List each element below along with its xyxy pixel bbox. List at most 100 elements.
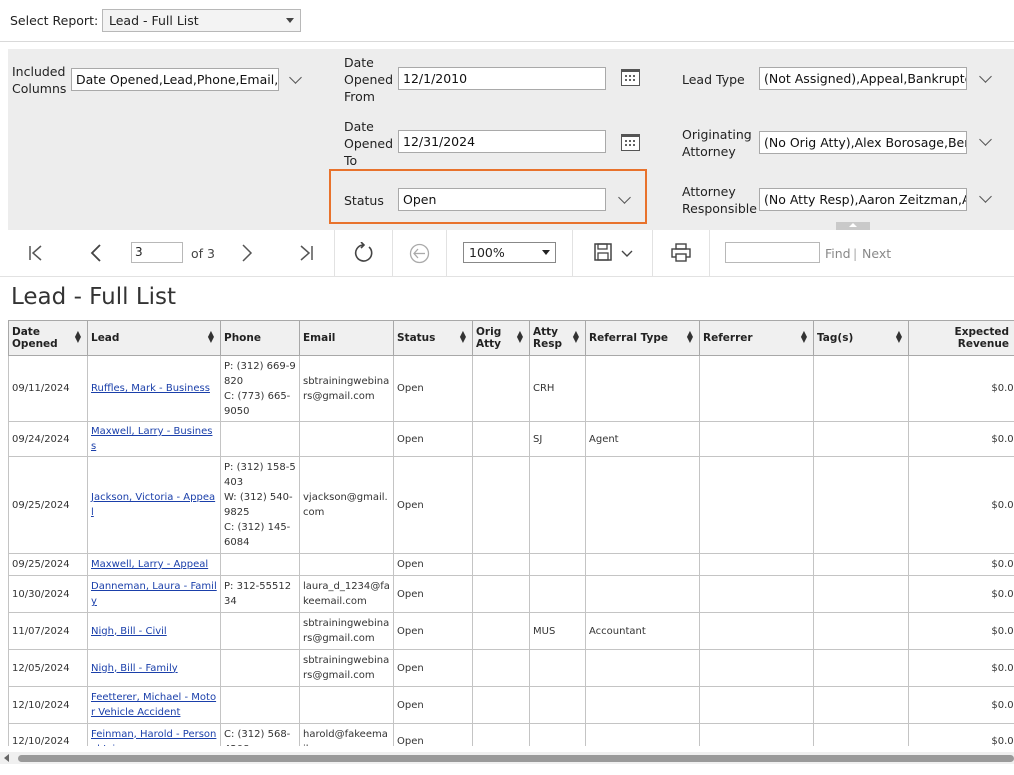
cell-expected-revenue: $0.00 (908, 649, 1014, 687)
calendar-icon[interactable] (621, 69, 640, 86)
sort-icon[interactable]: ▲ ▼ (517, 330, 523, 344)
calendar-icon[interactable] (621, 134, 640, 151)
cell-orig-atty (472, 553, 530, 576)
cell-date-opened: 11/07/2024 (8, 612, 88, 650)
sort-icon[interactable]: ▲ ▼ (801, 330, 807, 344)
attorney-responsible-label: Attorney Responsible (682, 184, 757, 216)
chevron-down-icon[interactable] (979, 190, 992, 203)
table-row: 11/07/2024 Nigh, Bill - Civil sbtrainingwe… (8, 612, 1014, 650)
cell-phone (220, 686, 300, 724)
cell-atty-resp (529, 553, 586, 576)
scrollbar-thumb[interactable] (18, 755, 1014, 762)
column-header-atty-resp[interactable]: Atty Resp ▲ ▼ (529, 320, 586, 356)
chevron-down-icon[interactable] (979, 133, 992, 146)
chevron-down-icon[interactable] (979, 70, 992, 83)
lead-link[interactable]: Jackson, Victoria - Appeal (91, 492, 215, 518)
previous-page-icon[interactable] (89, 244, 103, 262)
cell-orig-atty (472, 723, 530, 746)
included-columns-input[interactable]: Date Opened,Lead,Phone,Email,Sta (71, 68, 279, 91)
toolbar-divider (709, 230, 710, 277)
lead-link[interactable]: Feetterer, Michael - Motor Vehicle Accid… (91, 692, 216, 718)
page-number-input[interactable]: 3 (131, 242, 183, 263)
select-report-dropdown[interactable]: Lead - Full List (102, 9, 301, 32)
column-header-date-opened[interactable]: Date Opened ▲ ▼ (8, 320, 88, 356)
date-from-input[interactable]: 12/1/2010 (398, 67, 606, 90)
cell-atty-resp (529, 575, 586, 613)
print-icon[interactable] (671, 243, 691, 262)
next-button[interactable]: Next (862, 246, 891, 261)
report-table: Date Opened ▲ ▼ Lead ▲ ▼ Phone Email Status ▲ ▼… (8, 320, 1014, 746)
cell-phone: P: (312) 158-5403 W: (312) 540-9825 C: (31… (220, 456, 300, 554)
column-header-referral-type[interactable]: Referral Type ▲ ▼ (585, 320, 700, 356)
lead-link[interactable]: Feinman, Harold - Personal Injury (91, 729, 216, 747)
cell-phone: P: 312-5551234 (220, 575, 300, 613)
chevron-down-icon[interactable] (289, 71, 302, 84)
lead-link[interactable]: Nigh, Bill - Civil (91, 626, 167, 637)
column-header-expected-revenue[interactable]: ExpectedRevenue▲▼ (908, 320, 1014, 356)
column-header-status[interactable]: Status ▲ ▼ (393, 320, 473, 356)
cell-status: Open (393, 723, 473, 746)
cell-referral-type (585, 355, 700, 422)
column-header-email: Email (299, 320, 394, 356)
cell-email: sbtrainingwebinars@gmail.com (299, 355, 394, 422)
save-icon[interactable] (594, 243, 612, 261)
selected-report-value: Lead - Full List (109, 13, 199, 28)
attorney-responsible-input[interactable]: (No Atty Resp),Aaron Zeitzman,Ad (759, 188, 967, 211)
cell-tags (813, 553, 909, 576)
cell-tags (813, 612, 909, 650)
zoom-select[interactable]: 100% (463, 242, 556, 263)
lead-type-input[interactable]: (Not Assigned),Appeal,Bankruptcy (759, 67, 967, 90)
sort-icon[interactable]: ▲ ▼ (75, 330, 81, 344)
sort-icon[interactable]: ▲ ▼ (896, 330, 902, 344)
back-to-parent-icon[interactable] (409, 243, 430, 264)
table-row: 12/10/2024 Feetterer, Michael - Motor Veh… (8, 686, 1014, 724)
cell-email: sbtrainingwebinars@gmail.com (299, 612, 394, 650)
cell-date-opened: 12/10/2024 (8, 686, 88, 724)
cell-atty-resp: SJ (529, 421, 586, 457)
sort-icon[interactable]: ▲ ▼ (687, 330, 693, 344)
caret-down-icon (542, 250, 550, 255)
lead-type-label: Lead Type (682, 72, 745, 87)
cell-tags (813, 649, 909, 687)
phone-number: C: (773) 665-9050 (224, 390, 291, 417)
column-header-orig-atty[interactable]: Orig Atty ▲ ▼ (472, 320, 530, 356)
chevron-down-icon[interactable] (621, 250, 633, 258)
last-page-icon[interactable] (298, 245, 314, 261)
column-header-referrer[interactable]: Referrer ▲ ▼ (699, 320, 814, 356)
status-highlight-box (329, 169, 647, 224)
lead-link[interactable]: Nigh, Bill - Family (91, 663, 178, 674)
sort-icon[interactable]: ▲ ▼ (573, 330, 579, 344)
table-row: 10/30/2024 Danneman, Laura - Family P: 312… (8, 575, 1014, 613)
lead-link[interactable]: Maxwell, Larry - Appeal (91, 559, 208, 570)
cell-referrer (699, 575, 814, 613)
sort-icon[interactable]: ▲ ▼ (460, 330, 466, 344)
report-table-container: Date Opened ▲ ▼ Lead ▲ ▼ Phone Email Status ▲ ▼… (8, 320, 1014, 746)
scroll-left-icon[interactable] (4, 754, 9, 762)
refresh-icon[interactable] (352, 242, 374, 264)
find-input[interactable] (725, 242, 820, 263)
cell-orig-atty (472, 421, 530, 457)
cell-referrer (699, 723, 814, 746)
cell-phone (220, 421, 300, 457)
lead-link[interactable]: Maxwell, Larry - Business (91, 426, 212, 452)
sort-icon[interactable]: ▲ ▼ (208, 330, 214, 344)
cell-referral-type: Accountant (585, 612, 700, 650)
column-header-phone: Phone (220, 320, 300, 356)
horizontal-scrollbar[interactable] (0, 752, 1014, 764)
lead-link[interactable]: Danneman, Laura - Family (91, 581, 217, 607)
column-header-lead[interactable]: Lead ▲ ▼ (87, 320, 221, 356)
lead-link[interactable]: Ruffles, Mark - Business (91, 383, 210, 394)
cell-referral-type: Agent (585, 421, 700, 457)
first-page-icon[interactable] (28, 245, 44, 261)
cell-referral-type (585, 649, 700, 687)
cell-expected-revenue: $0.00 (908, 723, 1014, 746)
next-page-icon[interactable] (240, 244, 254, 262)
find-button[interactable]: Find (825, 246, 851, 261)
collapse-parameters-button[interactable] (836, 222, 870, 230)
column-header-tags[interactable]: Tag(s) ▲ ▼ (813, 320, 909, 356)
date-to-input[interactable]: 12/31/2024 (398, 130, 606, 153)
cell-email: laura_d_1234@fakeemail.com (299, 575, 394, 613)
caret-down-icon (286, 18, 294, 23)
originating-attorney-input[interactable]: (No Orig Atty),Alex Borosage,Benj. (759, 131, 967, 154)
cell-lead: Nigh, Bill - Family (87, 649, 221, 687)
